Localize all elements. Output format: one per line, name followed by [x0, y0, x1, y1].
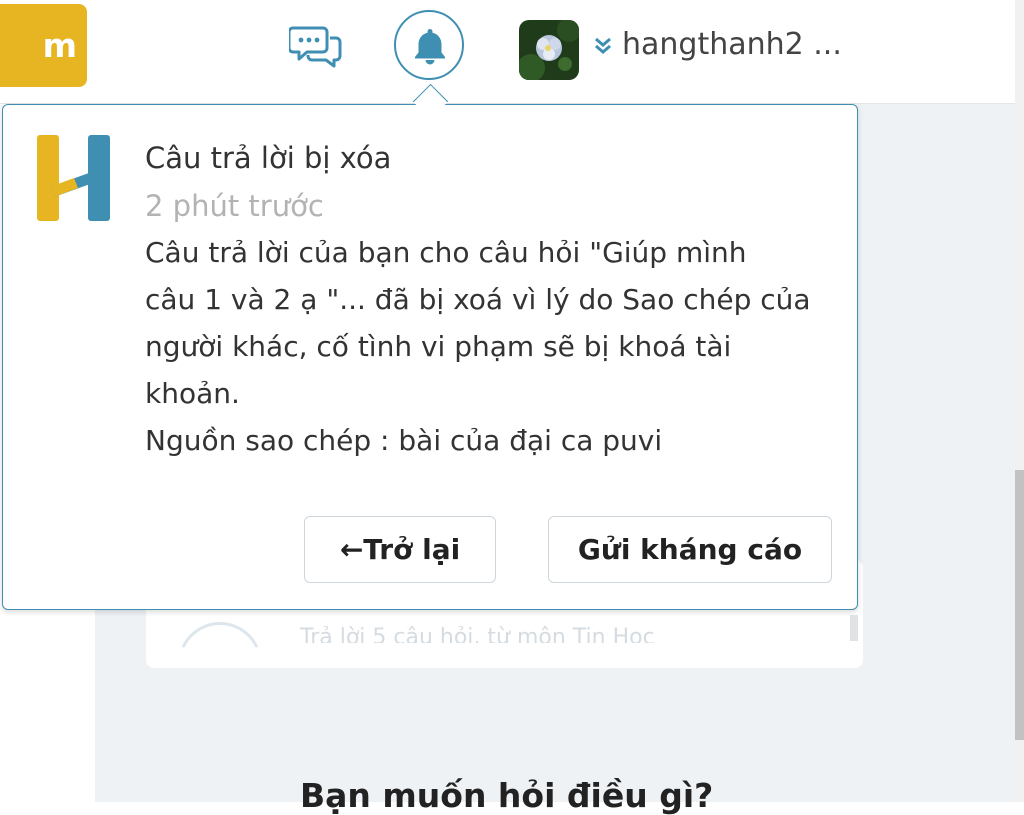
username-label[interactable]: hangthanh2 ...	[622, 24, 842, 66]
notification-message: Câu trả lời của bạn cho câu hỏi "Giúp mì…	[145, 229, 845, 464]
hoc24-logo-icon	[34, 133, 114, 227]
notification-popup: Câu trả lời bị xóa 2 phút trước Câu trả …	[2, 104, 858, 610]
send-appeal-button[interactable]: Gửi kháng cáo	[548, 516, 832, 583]
notification-message-line: người khác, cố tình vi phạm sẽ bị khoá t…	[145, 330, 732, 363]
notification-message-line: Câu trả lời của bạn cho câu hỏi "Giúp mì…	[145, 236, 747, 269]
background-card-text: Trả lời 5 câu hỏi, từ môn Tin Học	[300, 625, 655, 643]
notification-title: Câu trả lời bị xóa	[145, 141, 392, 175]
notification-bell-button[interactable]	[394, 10, 464, 80]
page-scrollbar-thumb[interactable]	[1015, 470, 1024, 740]
notification-timestamp: 2 phút trước	[145, 189, 324, 223]
brand-button[interactable]: m	[0, 4, 87, 87]
notification-message-line: Nguồn sao chép : bài của đại ca puvi	[145, 424, 663, 457]
chevron-double-down-icon[interactable]	[592, 34, 614, 58]
back-button[interactable]: ←Trở lại	[304, 516, 496, 583]
chat-bubbles-icon[interactable]	[287, 24, 345, 70]
user-avatar[interactable]	[519, 20, 579, 80]
top-header: m hangthanh2 ...	[0, 0, 1015, 104]
bell-icon	[415, 29, 445, 65]
notification-message-line: khoản.	[145, 377, 240, 410]
ask-question-heading: Bạn muốn hỏi điều gì?	[300, 776, 714, 815]
notification-message-line: câu 1 và 2 ạ "... đã bị xoá vì lý do Sao…	[145, 283, 811, 316]
background-card-scrollbar	[850, 615, 858, 641]
